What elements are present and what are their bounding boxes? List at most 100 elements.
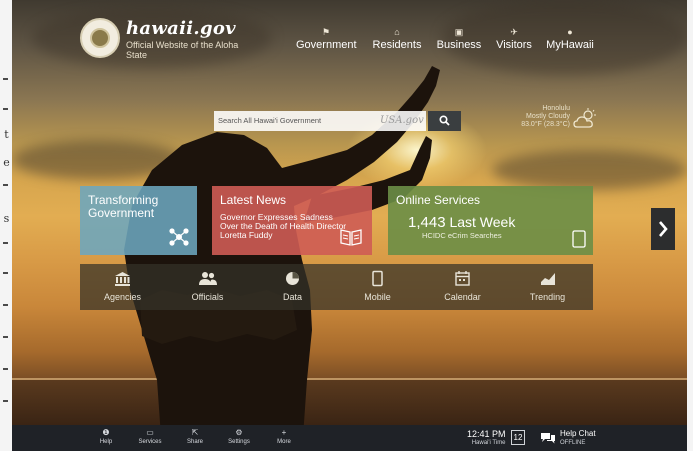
margin-letter: e [3,156,10,169]
clock: 12:41 PM Hawai'i Time [467,429,506,447]
nav-business[interactable]: ▣ Business [436,26,482,52]
margin-dash [3,78,8,80]
toolbar-settings[interactable]: ⚙ Settings [221,428,257,446]
tile-title: Transforming Government [88,194,158,220]
margin-dash [3,304,8,306]
margin-letter: s [3,212,10,225]
margin-dash [3,336,8,338]
nav-label: MyHawaii [546,39,594,51]
stat-description: HCIDC eCrim Searches [422,231,502,240]
trending-icon [540,273,555,285]
clock-time: 12:41 PM [467,429,506,439]
user-icon: ● [567,27,573,37]
people-icon [198,272,217,285]
usa-gov-hint: USA.gov [380,115,424,126]
nav-label: Business [436,39,482,51]
network-icon [169,228,189,246]
help-chat-button[interactable]: Help Chat OFFLINE [560,429,596,447]
newspaper-icon [340,229,362,246]
calendar-icon [455,271,470,286]
tile-title: Online Services [396,193,481,207]
toolbar-label: Settings [228,439,250,445]
quick-links-bar: Agencies Officials Data Mobile Calendar … [80,264,593,310]
search-button[interactable] [428,111,461,131]
site-tagline: Official Website of the Aloha State [126,40,239,60]
margin-letter: t [4,128,9,141]
online-services-stat: 1,443 Last Week [408,214,515,231]
tablet-icon [572,230,586,248]
nav-visitors[interactable]: ✈ Visitors [494,26,534,52]
quicklink-calendar[interactable]: Calendar [420,270,505,304]
plus-icon: + [281,428,287,437]
share-icon: ⇱ [191,428,199,437]
weather-location: Honolulu [542,105,570,112]
nav-label: Visitors [496,39,532,51]
quicklink-label: Agencies [103,292,142,302]
home-icon: ⌂ [394,27,400,37]
nav-label: Government [296,39,357,51]
quicklink-trending[interactable]: Trending [505,270,590,304]
quicklink-label: Mobile [364,292,391,302]
state-seal-logo[interactable] [80,18,120,58]
toolbar-share[interactable]: ⇱ Share [177,428,213,446]
bottom-toolbar: ❶ Help ▭ Services ⇱ Share ⚙ Settings + M… [12,425,687,451]
cloud-sun-icon [573,108,596,128]
nav-government[interactable]: ⚑ Government [296,26,357,52]
search-count: 1,443 [408,214,446,231]
mobile-icon [372,270,383,287]
search-icon [439,115,450,126]
nav-residents[interactable]: ⌂ Residents [370,26,424,52]
gear-icon: ⚙ [235,428,243,437]
seal-center [90,28,110,48]
chat-status: OFFLINE [560,440,586,446]
chat-icon[interactable] [540,432,556,444]
transforming-government-tile[interactable]: Transforming Government [80,186,197,255]
chat-title: Help Chat [560,429,596,438]
quicklink-label: Officials [191,292,224,302]
weather-temperature: 83.0°F (28.3°C) [521,121,570,128]
page-margin: t e s [0,0,12,451]
plane-icon: ✈ [510,27,518,37]
toolbar-label: More [277,439,291,445]
quicklink-label: Trending [529,292,566,302]
margin-dash [3,272,8,274]
quicklink-mobile[interactable]: Mobile [335,270,420,304]
calendar-date-button[interactable]: 12 [511,430,525,445]
quicklink-officials[interactable]: Officials [165,270,250,304]
quicklink-agencies[interactable]: Agencies [80,270,165,304]
toolbar-more[interactable]: + More [266,428,302,446]
nav-myhawaii[interactable]: ● MyHawaii [544,26,596,52]
news-headline-line: Loretta Fuddy [220,230,273,240]
slider-next-button[interactable] [651,208,675,250]
margin-dash [3,108,8,110]
margin-dash [3,242,8,244]
toolbar-help[interactable]: ❶ Help [88,428,124,446]
site-name[interactable]: hawaii.gov [126,18,236,39]
flag-icon: ⚑ [321,27,331,37]
page-margin-right [687,0,693,451]
search-input[interactable]: Search All Hawai'i Government USA.gov [214,111,426,131]
margin-dash [3,368,8,370]
info-icon: ❶ [102,428,110,437]
tile-title-line: Government [88,206,155,220]
latest-news-tile[interactable]: Latest News Governor Expresses Sadness O… [212,186,372,255]
margin-dash [3,400,8,402]
margin-dash [3,184,8,186]
building-icon [115,272,130,286]
toolbar-label: Help [99,439,113,445]
weather-widget[interactable]: Honolulu Mostly Cloudy 83.0°F (28.3°C) [500,105,570,129]
online-services-tile[interactable]: Online Services 1,443 Last Week HCIDC eC… [388,186,593,255]
chevron-right-icon [659,221,668,237]
weather-condition: Mostly Cloudy [526,113,570,120]
nav-label: Residents [372,39,422,51]
toolbar-services[interactable]: ▭ Services [132,428,168,446]
stat-period: Last Week [449,214,516,230]
toolbar-label: Share [186,439,203,445]
quicklink-label: Calendar [444,292,481,302]
tile-title: Latest News [220,193,287,207]
clock-zone: Hawai'i Time [471,440,506,446]
quicklink-data[interactable]: Data [250,270,335,304]
pie-chart-icon [286,272,299,285]
briefcase-icon: ▣ [454,27,464,37]
search-placeholder: Search All Hawai'i Government [218,116,322,125]
